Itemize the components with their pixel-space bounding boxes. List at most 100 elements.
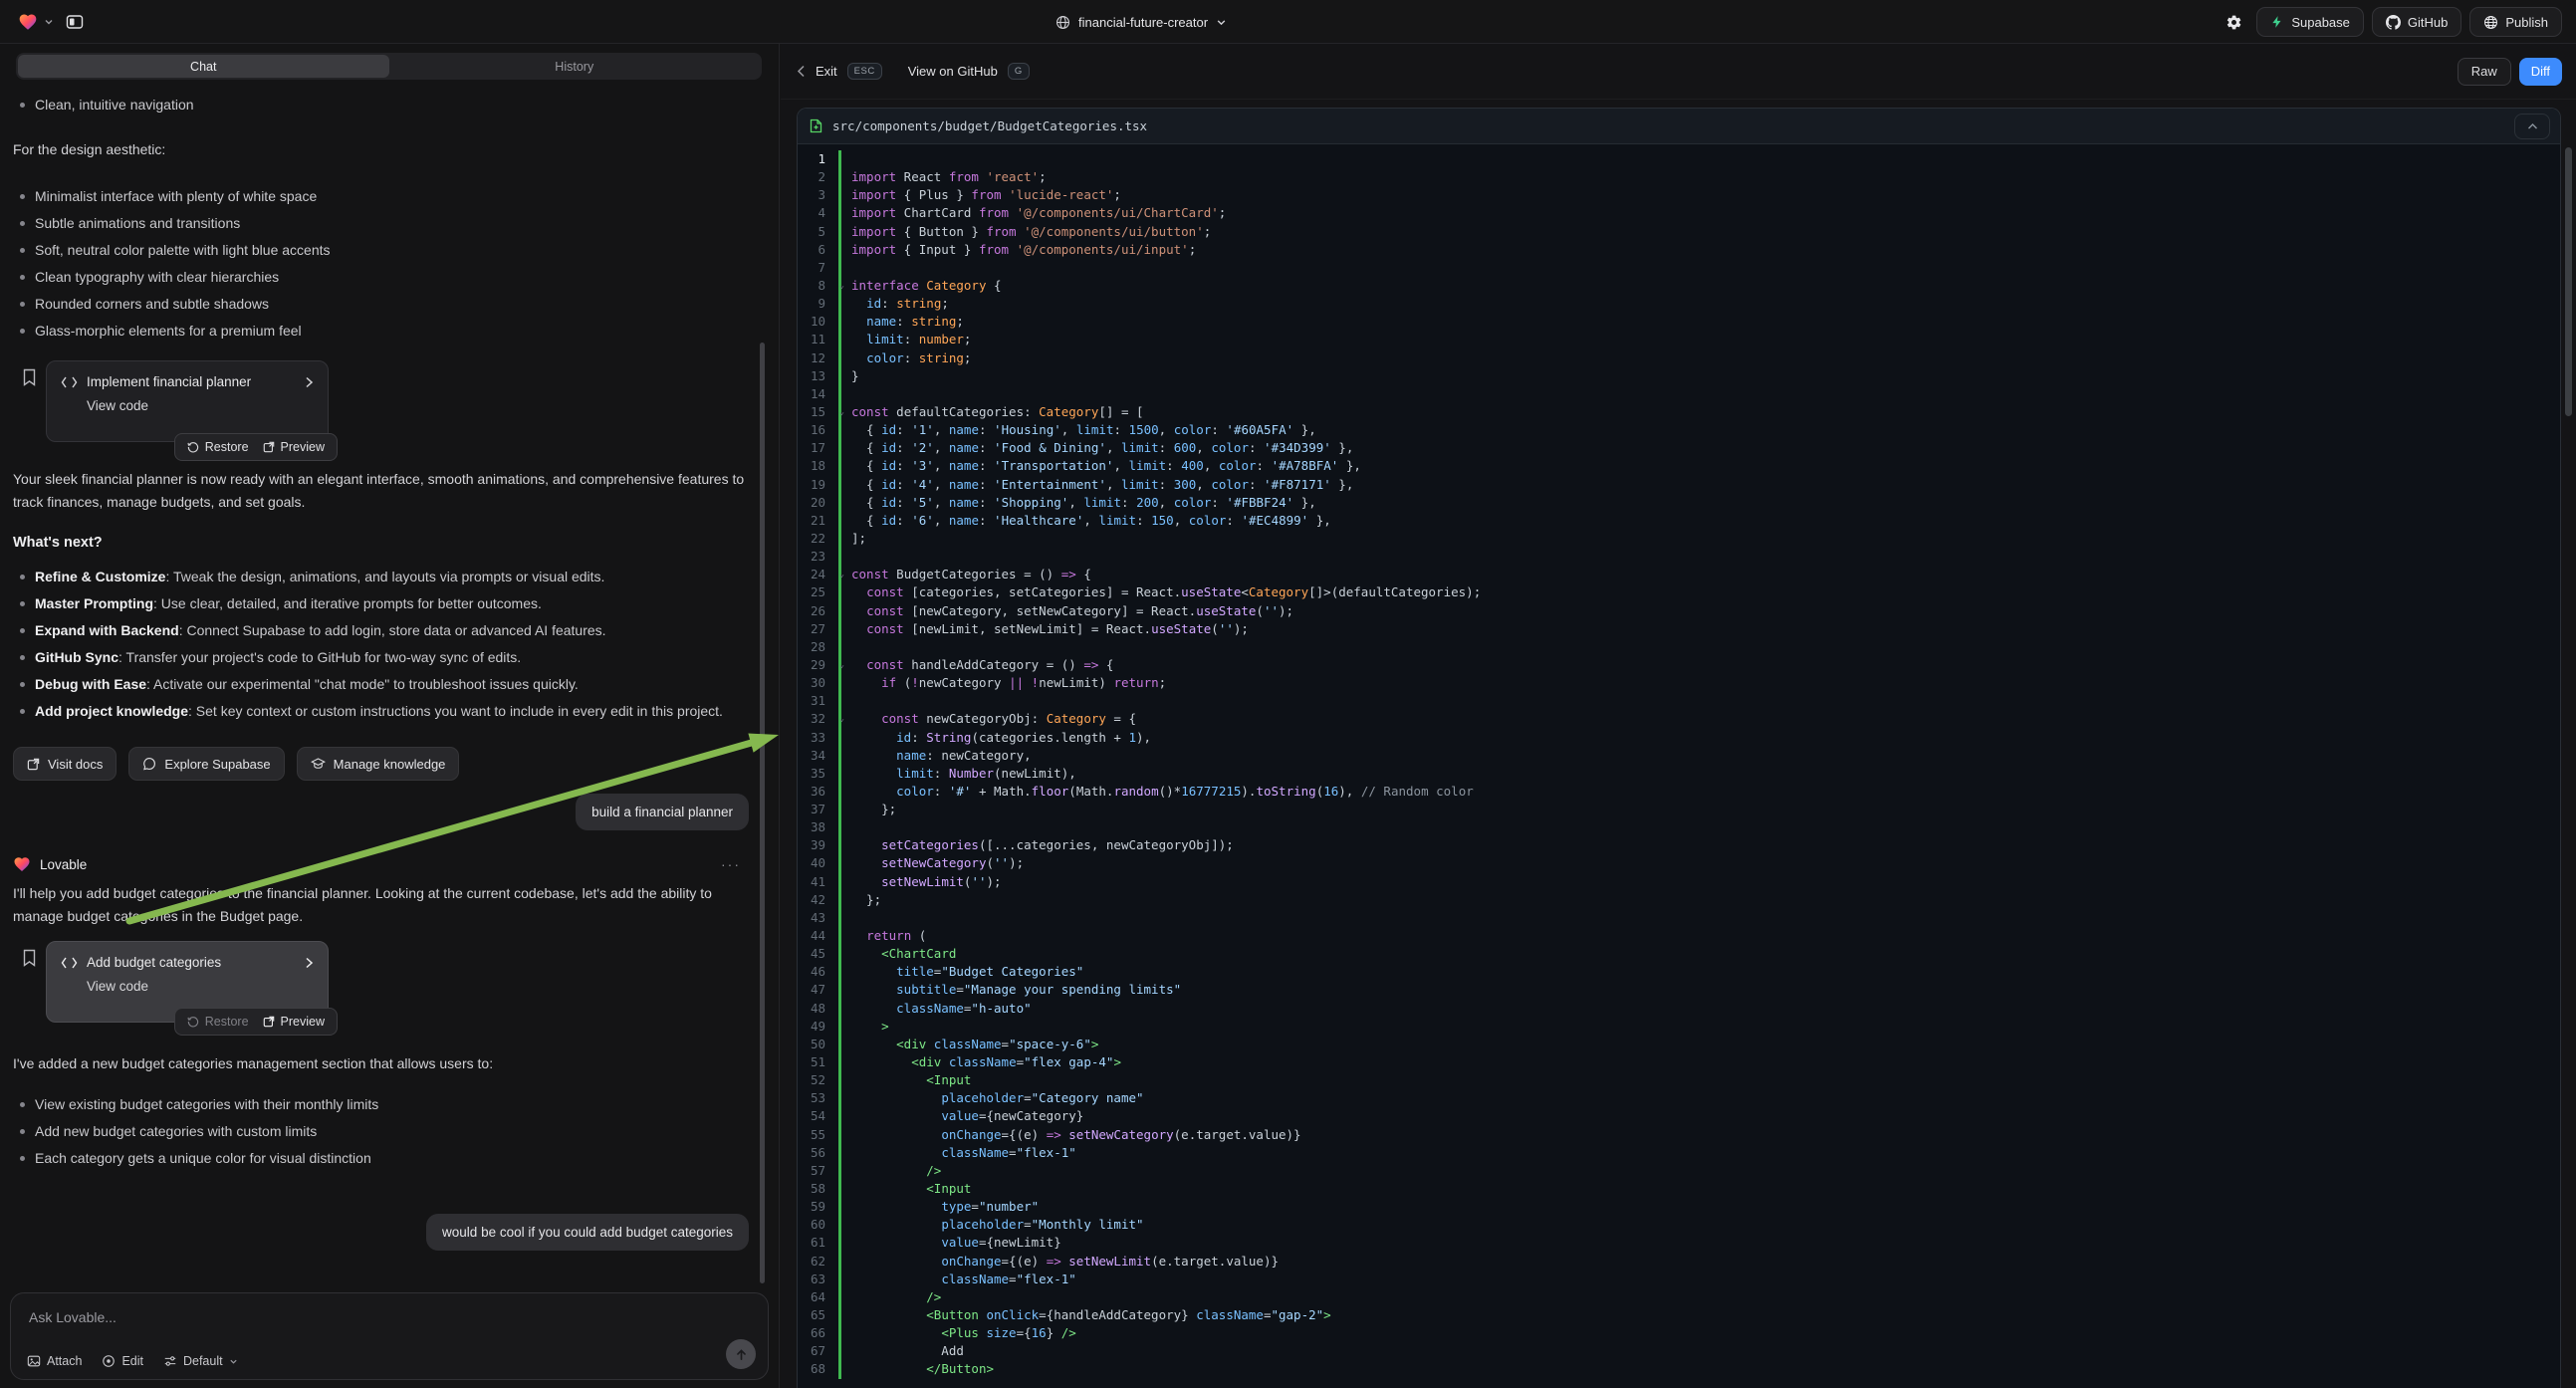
- code-scrollbar[interactable]: [2565, 147, 2572, 416]
- tab-history[interactable]: History: [389, 55, 761, 78]
- view-code-link[interactable]: View code: [87, 398, 314, 413]
- explore-supabase-label: Explore Supabase: [164, 757, 270, 772]
- sidebar-toggle-button[interactable]: [60, 7, 90, 37]
- code-line: 40 setNewCategory('');: [798, 854, 2560, 872]
- code-line: 56 className="flex-1": [798, 1144, 2560, 1162]
- bullet-dot: [20, 248, 25, 253]
- card-title: Add budget categories: [87, 955, 221, 970]
- attach-button[interactable]: Attach: [27, 1354, 82, 1368]
- bookmark-icon[interactable]: [22, 949, 37, 967]
- code-line: 27 const [newLimit, setNewLimit] = React…: [798, 620, 2560, 638]
- visit-docs-button[interactable]: Visit docs: [13, 747, 117, 781]
- code-line: 35 limit: Number(newLimit),: [798, 765, 2560, 783]
- assistant-name: Lovable: [40, 857, 87, 872]
- raw-toggle-button[interactable]: Raw: [2458, 58, 2511, 86]
- code-line: 37 };: [798, 801, 2560, 818]
- ask-lovable-input[interactable]: Ask Lovable... Attach Edit Default: [10, 1292, 769, 1380]
- add-budget-categories-card[interactable]: Add budget categories View code Restore …: [46, 941, 329, 1023]
- code-line: 62 onChange={(e) => setNewLimit(e.target…: [798, 1253, 2560, 1271]
- restore-icon: [187, 441, 199, 453]
- list-item: Clean, intuitive navigation: [13, 92, 759, 118]
- chat-scrollbar[interactable]: [760, 343, 765, 1283]
- code-line: 41 setNewLimit('');: [798, 873, 2560, 891]
- code-line: 31: [798, 692, 2560, 710]
- manage-knowledge-button[interactable]: Manage knowledge: [297, 747, 460, 781]
- code-line: 22];: [798, 530, 2560, 548]
- chevron-right-icon[interactable]: [305, 957, 314, 969]
- code-line: 61 value={newLimit}: [798, 1234, 2560, 1252]
- input-toolbar: Attach Edit Default: [27, 1354, 238, 1368]
- diff-toggle-button[interactable]: Diff: [2519, 58, 2562, 86]
- code-editor[interactable]: 12import React from 'react';3import { Pl…: [798, 144, 2560, 1388]
- exit-button[interactable]: Exit ESC: [797, 63, 882, 80]
- code-line: 16 { id: '1', name: 'Housing', limit: 15…: [798, 421, 2560, 439]
- target-icon: [102, 1354, 116, 1368]
- attach-label: Attach: [47, 1354, 82, 1368]
- restore-button[interactable]: Restore: [187, 440, 249, 454]
- preview-label: Preview: [281, 440, 325, 454]
- top-bar-left: [18, 0, 90, 44]
- step-lead: Expand with Backend: [35, 622, 179, 638]
- view-code-link[interactable]: View code: [87, 979, 314, 994]
- code-line: 52 <Input: [798, 1071, 2560, 1089]
- bullet-dot: [20, 275, 25, 280]
- code-line: 54 value={newCategory}: [798, 1107, 2560, 1125]
- chat-panel: Chat History Clean, intuitive navigation…: [0, 44, 780, 1388]
- chat-messages: Clean, intuitive navigation For the desi…: [0, 80, 779, 1288]
- image-attach-icon: [27, 1354, 41, 1368]
- list-item: Expand with Backend: Connect Supabase to…: [13, 617, 759, 644]
- bullet-text: Rounded corners and subtle shadows: [35, 291, 269, 318]
- more-options-icon[interactable]: ···: [721, 856, 741, 872]
- project-switcher[interactable]: financial-future-creator: [1055, 0, 1227, 44]
- github-button[interactable]: GitHub: [2372, 7, 2461, 37]
- implement-financial-planner-card[interactable]: Implement financial planner View code Re…: [46, 360, 329, 442]
- restore-button[interactable]: Restore: [187, 1015, 249, 1029]
- file-added-icon: [810, 118, 822, 133]
- chevron-down-icon[interactable]: [44, 17, 54, 27]
- explore-supabase-button[interactable]: Explore Supabase: [128, 747, 284, 781]
- supabase-button[interactable]: Supabase: [2256, 7, 2364, 37]
- code-view-header: Exit ESC View on GitHub G Raw Diff: [781, 44, 2576, 100]
- file-header[interactable]: src/components/budget/BudgetCategories.t…: [798, 109, 2560, 144]
- code-line: 36 color: '#' + Math.floor(Math.random()…: [798, 783, 2560, 801]
- lovable-heart-logo[interactable]: [18, 12, 38, 32]
- collapse-file-button[interactable]: [2514, 114, 2550, 139]
- step-rest: : Set key context or custom instructions…: [188, 703, 723, 719]
- bullet-dot: [20, 1102, 25, 1107]
- chevron-right-icon[interactable]: [305, 376, 314, 388]
- esc-kbd-badge: ESC: [847, 63, 882, 80]
- code-line: 59 type="number": [798, 1198, 2560, 1216]
- step-lead: Debug with Ease: [35, 676, 146, 692]
- user-message-bubble: build a financial planner: [576, 794, 749, 830]
- code-line: 3import { Plus } from 'lucide-react';: [798, 186, 2560, 204]
- bullet-text: Add new budget categories with custom li…: [35, 1118, 317, 1145]
- code-line: 63 className="flex-1": [798, 1271, 2560, 1288]
- publish-button[interactable]: Publish: [2469, 7, 2562, 37]
- code-line: 49 >: [798, 1018, 2560, 1036]
- preview-button[interactable]: Preview: [263, 1015, 325, 1029]
- bullet-text: Soft, neutral color palette with light b…: [35, 237, 331, 264]
- tab-chat[interactable]: Chat: [18, 55, 389, 78]
- design-intro: For the design aesthetic:: [13, 138, 759, 161]
- restore-icon: [187, 1016, 199, 1028]
- code-line: 24⌄const BudgetCategories = () => {: [798, 566, 2560, 583]
- code-line: 5import { Button } from '@/components/ui…: [798, 223, 2560, 241]
- bullet-text: Clean typography with clear hierarchies: [35, 264, 279, 291]
- step-rest: : Use clear, detailed, and iterative pro…: [153, 595, 542, 611]
- preview-button[interactable]: Preview: [263, 440, 325, 454]
- edit-mode-button[interactable]: Edit: [102, 1354, 143, 1368]
- model-selector[interactable]: Default: [163, 1354, 238, 1368]
- code-line: 44 return (: [798, 927, 2560, 945]
- bookmark-icon[interactable]: [22, 368, 37, 386]
- input-placeholder: Ask Lovable...: [29, 1309, 752, 1325]
- added-summary-paragraph: I've added a new budget categories manag…: [13, 1052, 759, 1075]
- exit-label: Exit: [816, 64, 837, 79]
- external-link-icon: [263, 441, 275, 453]
- view-on-github-button[interactable]: View on GitHub G: [908, 63, 1030, 80]
- list-item: Subtle animations and transitions: [13, 210, 759, 237]
- next-steps-list: Refine & Customize: Tweak the design, an…: [13, 564, 759, 725]
- settings-gear-button[interactable]: [2219, 7, 2248, 37]
- code-line: 8⌄interface Category {: [798, 277, 2560, 295]
- bullet-dot: [20, 655, 25, 660]
- send-button[interactable]: [726, 1339, 756, 1369]
